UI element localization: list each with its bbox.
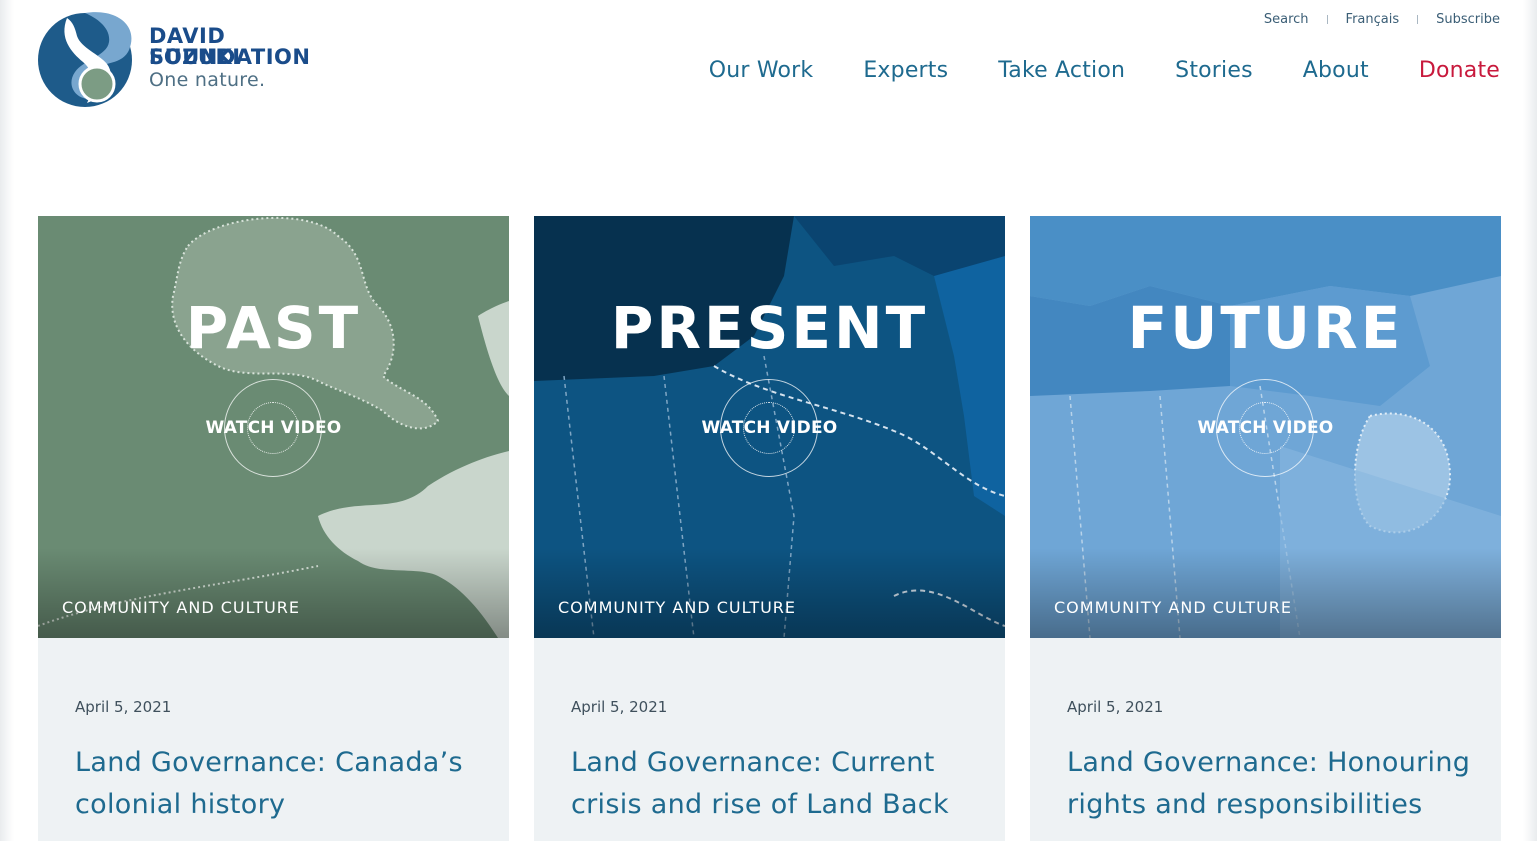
category-tag[interactable]: COMMUNITY AND CULTURE — [1054, 598, 1292, 617]
page-edge-left — [0, 0, 14, 841]
nav-donate[interactable]: Donate — [1419, 58, 1500, 83]
nav-stories[interactable]: Stories — [1175, 58, 1253, 83]
card-headline-link[interactable]: Land Governance: Honouring rights and re… — [1067, 742, 1487, 826]
subscribe-link[interactable]: Subscribe — [1436, 12, 1500, 27]
card-image-present[interactable]: PRESENT WATCH VIDEO COMMUNITY AND CULTUR… — [534, 216, 1005, 638]
utility-separator — [1326, 15, 1328, 24]
image-gradient — [38, 548, 509, 638]
site-logo[interactable]: DAVID SUZUKI FOUNDATION One nature. — [37, 8, 317, 108]
image-gradient — [1030, 548, 1501, 638]
dsf-swirl-logo-icon — [38, 12, 132, 107]
story-card-future: FUTURE WATCH VIDEO COMMUNITY AND CULTURE… — [1030, 216, 1501, 841]
main-nav: Our Work Experts Take Action Stories Abo… — [659, 58, 1500, 83]
card-image-past[interactable]: PAST WATCH VIDEO COMMUNITY AND CULTURE — [38, 216, 509, 638]
search-link[interactable]: Search — [1264, 12, 1309, 27]
card-image-title: PAST — [185, 294, 362, 362]
category-tag[interactable]: COMMUNITY AND CULTURE — [62, 598, 300, 617]
card-headline-link[interactable]: Land Governance: Canada’s colonial histo… — [75, 742, 495, 826]
watch-video-label: WATCH VIDEO — [205, 418, 342, 438]
utility-nav: Search Français Subscribe — [1264, 12, 1500, 27]
image-gradient — [534, 548, 1005, 638]
story-card-present: PRESENT WATCH VIDEO COMMUNITY AND CULTUR… — [534, 216, 1005, 841]
category-tag[interactable]: COMMUNITY AND CULTURE — [558, 598, 796, 617]
nav-our-work[interactable]: Our Work — [709, 58, 814, 83]
card-body: April 5, 2021 Land Governance: Canada’s … — [38, 638, 509, 841]
nav-take-action[interactable]: Take Action — [998, 58, 1125, 83]
story-card-past: PAST WATCH VIDEO COMMUNITY AND CULTURE A… — [38, 216, 509, 841]
nav-experts[interactable]: Experts — [863, 58, 948, 83]
card-image-title: PRESENT — [610, 294, 929, 362]
page-edge-right — [1523, 0, 1537, 841]
brand-name-line2: FOUNDATION — [149, 45, 311, 69]
brand-tagline: One nature. — [149, 69, 266, 91]
card-body: April 5, 2021 Land Governance: Honouring… — [1030, 638, 1501, 841]
nav-about[interactable]: About — [1303, 58, 1369, 83]
language-toggle-link[interactable]: Français — [1346, 12, 1400, 27]
card-image-future[interactable]: FUTURE WATCH VIDEO COMMUNITY AND CULTURE — [1030, 216, 1501, 638]
card-image-title: FUTURE — [1127, 294, 1404, 362]
watch-video-label: WATCH VIDEO — [1197, 418, 1334, 438]
utility-separator — [1417, 15, 1419, 24]
card-body: April 5, 2021 Land Governance: Current c… — [534, 638, 1005, 841]
card-headline-link[interactable]: Land Governance: Current crisis and rise… — [571, 742, 991, 826]
card-date: April 5, 2021 — [75, 698, 172, 716]
watch-video-label: WATCH VIDEO — [701, 418, 838, 438]
card-date: April 5, 2021 — [571, 698, 668, 716]
card-date: April 5, 2021 — [1067, 698, 1164, 716]
